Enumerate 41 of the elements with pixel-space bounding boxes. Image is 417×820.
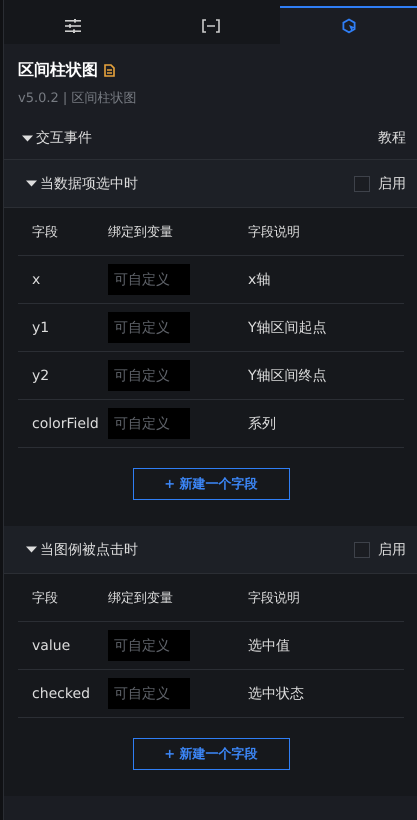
column-header: 绑定到变量 [108, 590, 174, 606]
column-header: 字段说明 [248, 590, 301, 606]
field-name: colorField [31, 416, 100, 432]
version-text: v5.0.2 | 区间柱状图 [18, 90, 138, 107]
tutorial-link[interactable]: 教程 [378, 129, 406, 147]
add-field-button[interactable]: + 新建一个字段 [132, 738, 290, 770]
column-header: 绑定到变量 [108, 224, 174, 240]
column-header: 字段 [31, 590, 59, 606]
document-icon[interactable] [104, 64, 115, 77]
enable-checkbox[interactable] [354, 542, 370, 558]
section-toggle[interactable]: 交互事件 [22, 129, 378, 147]
field-name: y2 [31, 368, 50, 384]
column-header: 字段说明 [248, 224, 301, 240]
field-description: x轴 [248, 270, 272, 288]
event-toggle[interactable]: 当图例被点击时 [26, 540, 354, 558]
cursor-hexagon-icon [341, 18, 357, 34]
field-name: y1 [31, 320, 50, 336]
enable-label: 启用 [378, 174, 406, 192]
enable-checkbox[interactable] [354, 176, 370, 192]
sliders-icon [65, 19, 81, 33]
field-name: value [31, 638, 72, 654]
column-header: 字段 [31, 224, 59, 240]
add-field-button[interactable]: + 新建一个字段 [132, 468, 290, 500]
bracket-icon [201, 19, 221, 33]
panel-tab[interactable] [280, 6, 417, 44]
variable-input[interactable]: 可自定义 [108, 678, 190, 709]
variable-input[interactable]: 可自定义 [108, 408, 190, 439]
field-description: 选中状态 [248, 684, 305, 702]
event-toggle[interactable]: 当数据项选中时 [26, 174, 354, 192]
variable-input[interactable]: 可自定义 [108, 264, 190, 295]
field-name: x [31, 272, 42, 288]
variable-input[interactable]: 可自定义 [108, 630, 190, 661]
component-title: 区间柱状图 [18, 60, 98, 81]
field-description: Y轴区间终点 [248, 366, 328, 384]
field-description: 系列 [248, 414, 277, 432]
variable-input[interactable]: 可自定义 [108, 360, 190, 391]
field-description: Y轴区间起点 [248, 318, 328, 336]
field-name: checked [31, 686, 91, 702]
field-description: 选中值 [248, 636, 291, 654]
enable-label: 启用 [378, 540, 406, 558]
variable-input[interactable]: 可自定义 [108, 312, 190, 343]
